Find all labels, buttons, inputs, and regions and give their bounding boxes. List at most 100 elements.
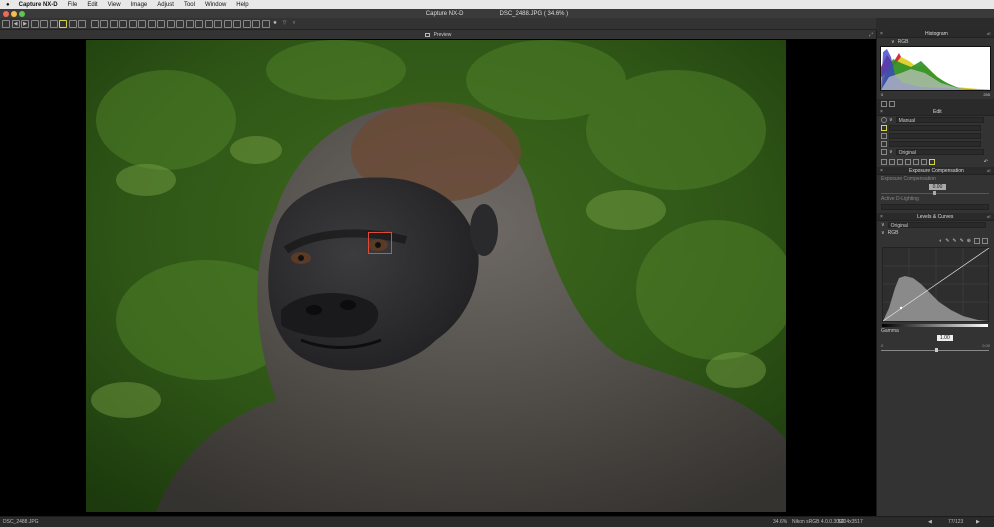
filter-options-icon[interactable]: ▿ <box>290 20 298 28</box>
output-min: 0 <box>881 342 884 348</box>
picture-control-field[interactable] <box>889 125 981 131</box>
minimize-window-button[interactable] <box>11 10 17 17</box>
apple-menu-icon[interactable]: ● <box>0 2 14 8</box>
histogram-plot <box>881 49 991 90</box>
exposure-value[interactable]: 0.00 <box>928 184 947 190</box>
histogram-channel-row[interactable]: ∨ RGB <box>877 38 994 46</box>
edit-field-4[interactable] <box>889 141 981 147</box>
levels-header[interactable]: × Levels & Curves ◂≡ <box>877 213 994 221</box>
eyedropper-gray-icon[interactable]: ✎ <box>952 238 956 244</box>
forward-arrow-icon[interactable]: ▶ <box>21 19 29 28</box>
star-icon[interactable]: ★ <box>271 20 279 28</box>
menu-adjust[interactable]: Adjust <box>152 2 179 8</box>
panel-menu-icon[interactable]: ◂≡ <box>987 168 991 173</box>
edit-version-row[interactable]: ∨ Original <box>877 148 994 156</box>
histogram-header[interactable]: × Histogram ◂≡ <box>877 30 994 38</box>
print-icon[interactable] <box>2 19 10 28</box>
grid-view-icon[interactable] <box>40 19 48 28</box>
menu-window[interactable]: Window <box>200 2 231 8</box>
crop-tool-icon[interactable] <box>897 158 903 165</box>
gorilla-photo[interactable] <box>86 40 786 512</box>
close-panel-icon[interactable]: × <box>880 31 883 37</box>
compare-4-icon[interactable] <box>78 19 86 28</box>
undo-icon[interactable]: ↶ <box>984 159 988 165</box>
edit-preset-row[interactable]: ∨ Manual <box>877 116 994 124</box>
contrast-icon[interactable]: ◐ <box>939 238 942 244</box>
rotate-tool-icon[interactable] <box>905 158 911 165</box>
edit-row-2[interactable] <box>877 124 994 132</box>
edit-row-3[interactable] <box>877 132 994 140</box>
edit-field-3[interactable] <box>889 133 981 139</box>
levels-channel-row[interactable]: ∨ RGB <box>877 229 994 237</box>
expand-icon[interactable]: ⤢ <box>869 32 873 38</box>
layout-icon[interactable] <box>261 19 270 28</box>
filter-icon[interactable]: ▽ <box>281 20 289 28</box>
panel-menu-icon[interactable]: ◂≡ <box>987 31 991 36</box>
output-slider[interactable] <box>877 348 994 353</box>
output-slider-handle[interactable] <box>935 348 938 352</box>
before-after-icon[interactable] <box>185 19 194 28</box>
flip-icon[interactable] <box>147 19 156 28</box>
grid-overlay-icon[interactable] <box>119 19 127 28</box>
edit-header[interactable]: × Edit <box>877 108 994 116</box>
crop-icon[interactable] <box>90 19 99 28</box>
hand-icon[interactable] <box>157 19 165 28</box>
shadow-icon[interactable] <box>204 19 213 28</box>
curve-graph[interactable] <box>882 247 990 322</box>
rotate-icon[interactable] <box>138 19 146 28</box>
menu-file[interactable]: File <box>63 2 83 8</box>
edit-tab-icon[interactable] <box>881 100 887 107</box>
sync-icon[interactable] <box>223 19 232 28</box>
single-view-icon[interactable] <box>59 19 67 28</box>
highlight-icon[interactable] <box>195 19 203 28</box>
dlighting-field[interactable] <box>881 204 989 210</box>
copy-icon[interactable] <box>881 158 887 165</box>
levels-preset-row[interactable]: ∨ Original <box>877 221 994 229</box>
compare-2-icon[interactable] <box>68 19 77 28</box>
eyedropper-black-icon[interactable]: ✎ <box>945 238 949 244</box>
brush-icon[interactable] <box>913 158 919 165</box>
retouch-icon[interactable] <box>166 19 175 28</box>
panel-menu-icon[interactable]: ◂≡ <box>987 214 991 219</box>
close-panel-icon[interactable]: × <box>880 109 883 115</box>
edit-version-field[interactable]: Original <box>895 149 984 156</box>
edit-preset-field[interactable]: Manual <box>895 117 984 124</box>
gamma-value[interactable]: 1.00 <box>937 335 953 341</box>
menu-tool[interactable]: Tool <box>179 2 200 8</box>
paste-icon[interactable] <box>889 158 895 165</box>
close-window-button[interactable] <box>3 10 9 17</box>
metadata-tab-icon[interactable] <box>889 100 895 107</box>
exposure-header[interactable]: × Exposure Compensation ◂≡ <box>877 167 994 175</box>
eyedropper-white-icon[interactable]: ✎ <box>960 238 964 244</box>
zoom-icon[interactable] <box>109 19 118 28</box>
camera-icon[interactable] <box>233 19 241 28</box>
menu-image[interactable]: Image <box>126 2 153 8</box>
close-panel-icon[interactable]: × <box>880 214 883 220</box>
monitor-icon[interactable] <box>252 19 260 28</box>
menu-app[interactable]: Capture NX-D <box>14 2 63 8</box>
color-tool-icon[interactable] <box>929 158 935 165</box>
fit-screen-icon[interactable] <box>100 19 108 28</box>
reset-curve-icon[interactable] <box>982 238 988 244</box>
auto-levels-icon[interactable] <box>974 238 980 244</box>
edit-row-4[interactable] <box>877 140 994 148</box>
dlighting-row[interactable] <box>877 203 994 211</box>
settings-icon[interactable] <box>242 19 251 28</box>
zoom-window-button[interactable] <box>19 10 25 17</box>
menu-edit[interactable]: Edit <box>82 2 102 8</box>
back-arrow-icon[interactable]: ◀ <box>11 19 20 28</box>
straighten-icon[interactable] <box>128 19 137 28</box>
prev-image-icon[interactable]: ◀ <box>928 519 932 525</box>
folder-icon[interactable] <box>30 19 39 28</box>
color-picker-icon[interactable] <box>176 19 184 28</box>
menu-view[interactable]: View <box>103 2 126 8</box>
next-image-icon[interactable]: ▶ <box>976 519 980 525</box>
exposure-slider-handle[interactable] <box>933 190 936 195</box>
menu-help[interactable]: Help <box>231 2 253 8</box>
levels-preset-field[interactable]: Original <box>887 222 986 229</box>
lasso-icon[interactable] <box>921 158 927 165</box>
close-panel-icon[interactable]: × <box>880 168 883 174</box>
anchor-point-icon[interactable]: ⊕ <box>967 238 971 244</box>
filmstrip-view-icon[interactable] <box>49 19 58 28</box>
refresh-icon[interactable] <box>214 19 222 28</box>
